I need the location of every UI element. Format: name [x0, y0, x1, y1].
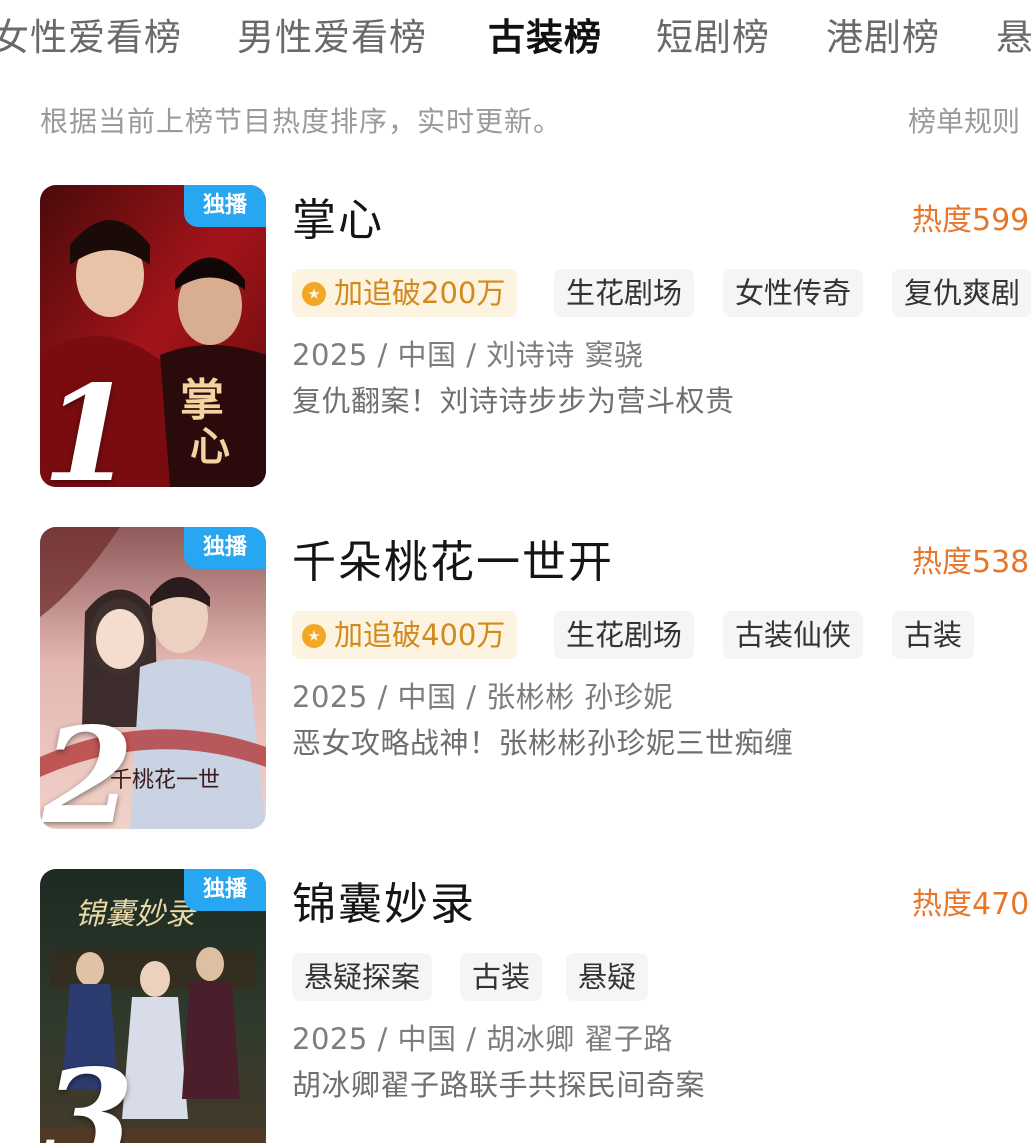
ranking-page: 女性爱看榜 男性爱看榜 古装榜 短剧榜 港剧榜 悬 根据当前上榜节目热度排序，实… [0, 0, 1031, 1143]
genre-tag[interactable]: 复仇爽剧 [892, 269, 1031, 317]
genre-tag[interactable]: 女性传奇 [723, 269, 864, 317]
rank-number: 1 [42, 357, 134, 488]
tab-male-favorites[interactable]: 男性爱看榜 [237, 10, 427, 66]
tab-suspense[interactable]: 悬 [996, 10, 1031, 66]
list-item[interactable]: 掌 心 独播 1 掌心 热度599 加追破200万 生花剧场 女性传奇 复仇爽剧… [0, 185, 1031, 495]
list-item[interactable]: 千桃花一世 独播 2 千朵桃花一世开 热度538 加追破400万 生花剧场 古装… [0, 527, 1031, 837]
poster-image[interactable]: 千桃花一世 独播 2 [40, 527, 266, 829]
ranking-description: 根据当前上榜节目热度排序，实时更新。 [40, 105, 563, 138]
show-meta: 2025 / 中国 / 胡冰卿 翟子路 [292, 1022, 673, 1056]
list-item[interactable]: 锦囊妙录 独播 3 锦囊妙录 热度470 悬疑探案 古装 悬疑 2025 / 中… [0, 869, 1031, 1143]
genre-tag[interactable]: 悬疑探案 [292, 953, 433, 1001]
show-title[interactable]: 锦囊妙录 [292, 877, 476, 933]
ranking-rules-link[interactable]: 榜单规则 [908, 100, 1020, 144]
poster-image[interactable]: 掌 心 独播 1 [40, 185, 266, 487]
poster-image[interactable]: 锦囊妙录 独播 3 [40, 869, 266, 1143]
heat-score: 热度538 [912, 545, 1030, 580]
show-title[interactable]: 掌心 [292, 193, 384, 249]
follow-milestone-text: 加追破400万 [334, 618, 506, 652]
genre-tag[interactable]: 生花剧场 [554, 269, 695, 317]
exclusive-badge: 独播 [184, 869, 266, 911]
exclusive-badge: 独播 [184, 185, 266, 227]
genre-tag[interactable]: 古装仙侠 [723, 611, 864, 659]
heat-score: 热度470 [912, 887, 1030, 922]
tab-hk-drama[interactable]: 港剧榜 [826, 10, 940, 66]
follow-milestone-tag: 加追破400万 [292, 611, 518, 659]
follow-milestone-text: 加追破200万 [334, 276, 506, 310]
svg-text:心: 心 [190, 423, 230, 470]
genre-tag[interactable]: 生花剧场 [554, 611, 695, 659]
tab-female-favorites[interactable]: 女性爱看榜 [0, 10, 182, 66]
show-meta: 2025 / 中国 / 刘诗诗 窦骁 [292, 338, 644, 372]
show-description: 恶女攻略战神！张彬彬孙珍妮三世痴缠 [292, 726, 794, 760]
show-description: 胡冰卿翟子路联手共探民间奇案 [292, 1068, 706, 1102]
rank-number: 2 [42, 699, 134, 830]
tab-costume-drama[interactable]: 古装榜 [488, 10, 602, 66]
svg-text:掌: 掌 [180, 375, 224, 426]
exclusive-badge: 独播 [184, 527, 266, 569]
rank-number: 3 [42, 1041, 134, 1143]
svg-text:锦囊妙录: 锦囊妙录 [75, 897, 197, 932]
show-title[interactable]: 千朵桃花一世开 [292, 535, 614, 591]
show-description: 复仇翻案！刘诗诗步步为营斗权贵 [292, 384, 735, 418]
star-icon [302, 624, 326, 648]
genre-tag[interactable]: 古装 [460, 953, 543, 1001]
ranking-subheader: 根据当前上榜节目热度排序，实时更新。 榜单规则 [40, 100, 1020, 144]
tab-short-drama[interactable]: 短剧榜 [656, 10, 770, 66]
follow-milestone-tag: 加追破200万 [292, 269, 518, 317]
genre-tag[interactable]: 悬疑 [566, 953, 649, 1001]
show-meta: 2025 / 中国 / 张彬彬 孙珍妮 [292, 680, 673, 714]
heat-score: 热度599 [912, 203, 1030, 238]
genre-tag[interactable]: 古装 [892, 611, 975, 659]
star-icon [302, 282, 326, 306]
